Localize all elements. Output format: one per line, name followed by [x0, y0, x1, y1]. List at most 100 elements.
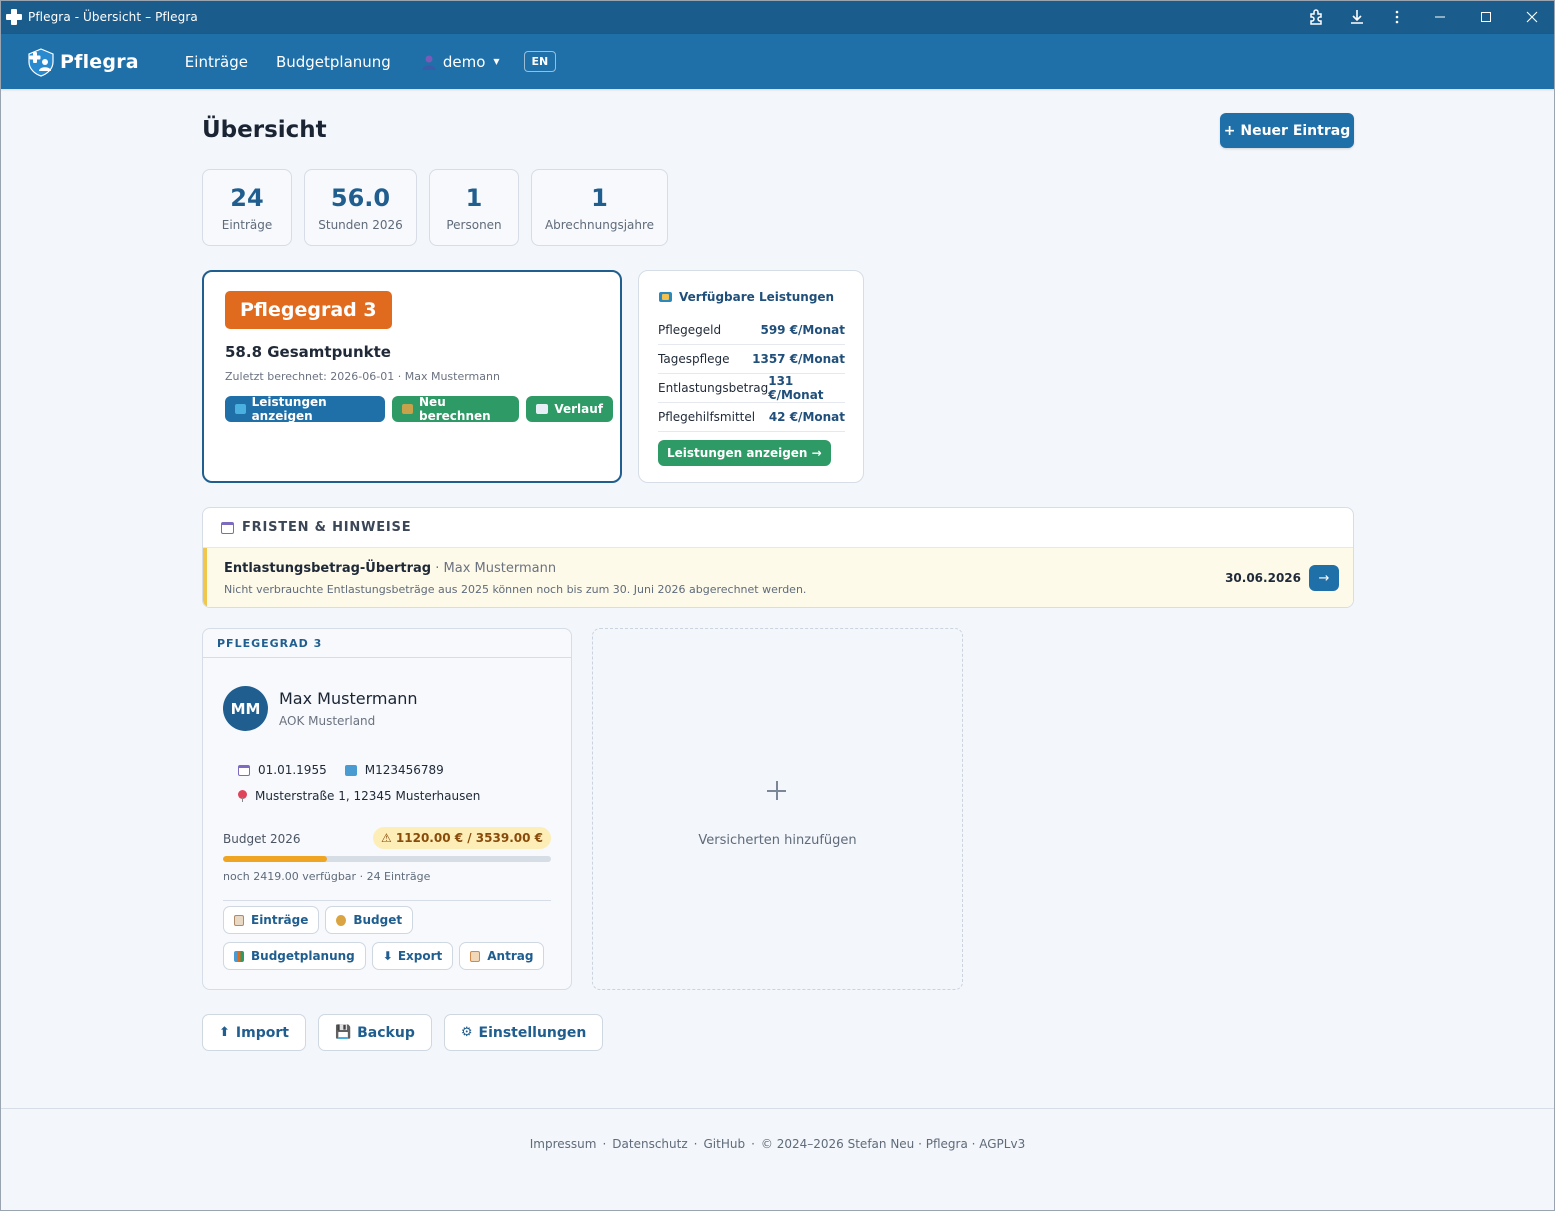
stat-value: 1 [465, 183, 483, 212]
add-insured-card[interactable]: Versicherten hinzufügen [592, 628, 963, 990]
close-icon[interactable] [1509, 0, 1555, 34]
button-label: Backup [357, 1024, 415, 1041]
stat-label: Personen [446, 217, 502, 232]
person-details: 01.01.1955 M123456789 Musterstraße 1, 12… [238, 757, 480, 809]
pflegegrad-actions: Leistungen anzeigen Neu berechnen Verlau… [225, 395, 620, 423]
brand-link[interactable]: Pflegra [26, 47, 139, 77]
maximize-icon[interactable] [1463, 0, 1509, 34]
brand-name: Pflegra [60, 50, 139, 73]
upload-icon: ⬆ [219, 1025, 230, 1040]
divider [223, 900, 551, 901]
abacus-icon [402, 404, 414, 414]
nav-link-budgetplanung[interactable]: Budgetplanung [276, 53, 391, 71]
more-options-icon[interactable] [1377, 0, 1417, 34]
button-label: Einstellungen [478, 1024, 587, 1041]
import-button[interactable]: ⬆ Import [202, 1014, 306, 1051]
deadline-open-button[interactable]: → [1309, 565, 1339, 591]
footer-link-impressum[interactable]: Impressum [530, 1137, 597, 1151]
deadline-item: Entlastungsbetrag-Übertrag · Max Musterm… [203, 548, 1353, 607]
floppy-disk-icon: 💾 [334, 1025, 352, 1040]
backup-button[interactable]: 💾 Backup [317, 1014, 432, 1051]
app-icon [6, 9, 22, 25]
benefit-row: Pflegegeld 599 €/Monat [658, 316, 845, 345]
bar-chart-icon [234, 950, 244, 962]
window-controls [1297, 0, 1555, 34]
deadlines-card: FRISTEN & HINWEISE Entlastungsbetrag-Übe… [202, 507, 1354, 608]
person-insurance: AOK Musterland [279, 714, 376, 728]
budget-remaining-note: noch 2419.00 verfügbar · 24 Einträge [223, 870, 431, 883]
stat-value: 24 [230, 183, 264, 212]
benefit-name: Tagespflege [658, 352, 730, 366]
person-detail-row: Musterstraße 1, 12345 Musterhausen [238, 783, 480, 809]
application-button[interactable]: Antrag [459, 942, 545, 970]
recalculate-button[interactable]: Neu berechnen [392, 395, 520, 423]
benefit-row: Pflegehilfsmittel 42 €/Monat [658, 403, 845, 432]
window-titlebar: Pflegra - Übersicht – Pflegra [0, 0, 1555, 34]
plus-icon [765, 779, 789, 803]
benefit-value: 599 €/Monat [760, 323, 845, 337]
deadlines-header: FRISTEN & HINWEISE [203, 508, 1353, 548]
navbar: Pflegra Einträge Budgetplanung demo ▼ EN [0, 34, 1555, 89]
footer-links: Impressum · Datenschutz · GitHub · © 2024–2026… [529, 1137, 1026, 1151]
last-calculated: Zuletzt berechnet: 2026-06-01 · Max Must… [225, 370, 500, 383]
person-actions: Einträge Budget Budgetplanung ⬇ Export A… [223, 906, 553, 978]
button-label: Budget [353, 913, 403, 927]
money-icon [235, 404, 246, 414]
add-insured-label: Versicherten hinzufügen [698, 833, 857, 848]
minimize-icon[interactable] [1417, 0, 1463, 34]
benefit-value: 1357 €/Monat [752, 352, 845, 366]
bottom-actions: ⬆ Import 💾 Backup ⚙ Einstellungen [202, 1014, 615, 1051]
settings-button[interactable]: ⚙ Einstellungen [443, 1014, 604, 1051]
deadline-description: Nicht verbrauchte Entlastungsbeträge aus… [224, 583, 807, 596]
budget-planning-button[interactable]: Budgetplanung [223, 942, 366, 970]
show-benefits-link-button[interactable]: Leistungen anzeigen → [658, 440, 831, 466]
pflegegrad-card: Pflegegrad 3 58.8 Gesamtpunkte Zuletzt b… [202, 270, 622, 483]
available-benefits-card: Verfügbare Leistungen Pflegegeld 599 €/M… [638, 270, 864, 483]
benefits-list: Pflegegeld 599 €/Monat Tagespflege 1357 … [658, 316, 845, 432]
button-label: Einträge [251, 913, 309, 927]
money-icon [659, 292, 672, 302]
budget-button[interactable]: Budget [325, 906, 414, 934]
user-name: demo [442, 52, 486, 71]
stat-label: Abrechnungsjahre [544, 217, 655, 232]
person-card-header: PFLEGEGRAD 3 [203, 629, 571, 658]
extensions-icon[interactable] [1297, 0, 1337, 34]
user-menu[interactable]: demo ▼ [421, 53, 500, 71]
language-toggle-button[interactable]: EN [523, 51, 557, 72]
total-points: 58.8 Gesamtpunkte [225, 343, 391, 361]
footer: Impressum · Datenschutz · GitHub · © 2024–2026… [0, 1108, 1555, 1211]
stats-row: 24 Einträge 56.0 Stunden 2026 1 Personen… [202, 169, 680, 246]
pflegegrad-badge: Pflegegrad 3 [225, 291, 392, 329]
download-icon[interactable] [1337, 0, 1377, 34]
insurance-id: M123456789 [364, 763, 444, 777]
benefit-value: 42 €/Monat [768, 410, 845, 424]
entries-button[interactable]: Einträge [223, 906, 320, 934]
history-button[interactable]: Verlauf [526, 396, 613, 422]
button-label: Neu berechnen [419, 395, 491, 423]
button-label: Verlauf [554, 402, 603, 416]
stat-card-entries: 24 Einträge [202, 169, 292, 246]
clipboard-icon [234, 914, 244, 926]
export-button[interactable]: ⬇ Export [371, 942, 454, 970]
benefit-row: Tagespflege 1357 €/Monat [658, 345, 845, 374]
footer-link-github[interactable]: GitHub [703, 1137, 745, 1151]
stat-card-hours: 56.0 Stunden 2026 [304, 169, 417, 246]
person-name[interactable]: Max Mustermann [279, 689, 418, 708]
window-title: Pflegra - Übersicht – Pflegra [28, 10, 198, 24]
button-label: Budgetplanung [251, 949, 355, 963]
button-label: Leistungen anzeigen [251, 395, 327, 423]
budget-label: Budget 2026 [223, 832, 301, 846]
show-benefits-button[interactable]: Leistungen anzeigen [225, 395, 386, 423]
budget-progress-bar [223, 856, 551, 862]
button-label: Import [235, 1024, 289, 1041]
money-bag-icon [336, 914, 347, 926]
address: Musterstraße 1, 12345 Musterhausen [255, 789, 481, 803]
deadline-date: 30.06.2026 [1225, 571, 1301, 585]
nav-link-eintraege[interactable]: Einträge [185, 53, 248, 71]
footer-link-datenschutz[interactable]: Datenschutz [612, 1137, 687, 1151]
chevron-down-icon: ▼ [493, 57, 500, 66]
deadline-name: Entlastungsbetrag-Übertrag [224, 561, 432, 576]
new-entry-button[interactable]: + Neuer Eintrag [1220, 113, 1354, 148]
benefit-name: Entlastungsbetrag [658, 381, 769, 395]
benefits-title-text: Verfügbare Leistungen [679, 290, 835, 304]
